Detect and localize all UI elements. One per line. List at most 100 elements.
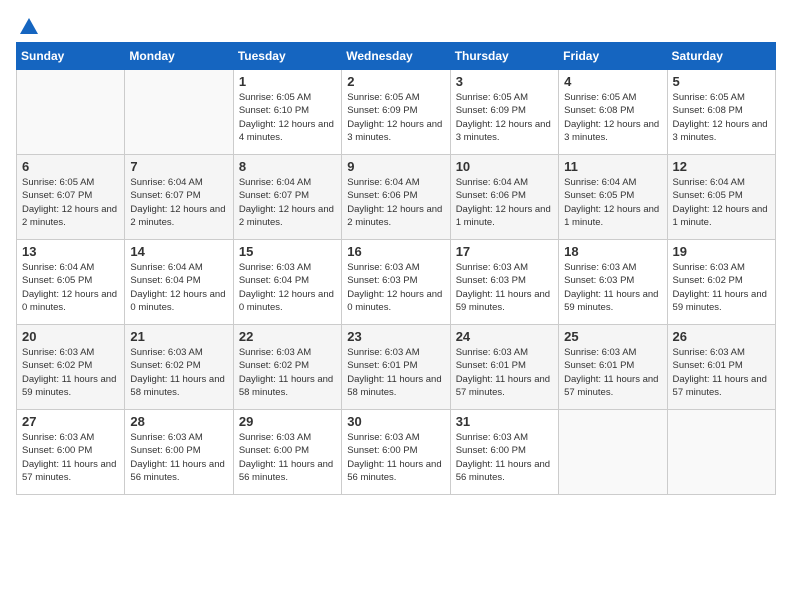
- day-info: Sunrise: 6:03 AM Sunset: 6:01 PM Dayligh…: [456, 346, 553, 399]
- day-number: 24: [456, 329, 553, 344]
- day-info: Sunrise: 6:03 AM Sunset: 6:03 PM Dayligh…: [456, 261, 553, 314]
- calendar-cell: 18 Sunrise: 6:03 AM Sunset: 6:03 PM Dayli…: [559, 240, 667, 325]
- day-number: 27: [22, 414, 119, 429]
- day-info: Sunrise: 6:05 AM Sunset: 6:09 PM Dayligh…: [347, 91, 444, 144]
- day-number: 17: [456, 244, 553, 259]
- day-info: Sunrise: 6:04 AM Sunset: 6:07 PM Dayligh…: [239, 176, 336, 229]
- day-info: Sunrise: 6:05 AM Sunset: 6:07 PM Dayligh…: [22, 176, 119, 229]
- day-info: Sunrise: 6:04 AM Sunset: 6:05 PM Dayligh…: [564, 176, 661, 229]
- calendar-cell: 6 Sunrise: 6:05 AM Sunset: 6:07 PM Daylig…: [17, 155, 125, 240]
- calendar-cell: 11 Sunrise: 6:04 AM Sunset: 6:05 PM Dayli…: [559, 155, 667, 240]
- calendar-cell: 27 Sunrise: 6:03 AM Sunset: 6:00 PM Dayli…: [17, 410, 125, 495]
- day-number: 8: [239, 159, 336, 174]
- day-info: Sunrise: 6:03 AM Sunset: 6:04 PM Dayligh…: [239, 261, 336, 314]
- calendar-cell: 22 Sunrise: 6:03 AM Sunset: 6:02 PM Dayli…: [233, 325, 341, 410]
- weekday-header-tuesday: Tuesday: [233, 43, 341, 70]
- calendar-cell: 16Sunrise: 6:03 AM Sunset: 6:03 PM Dayli…: [342, 240, 450, 325]
- calendar-cell: 20 Sunrise: 6:03 AM Sunset: 6:02 PM Dayli…: [17, 325, 125, 410]
- calendar-cell: 9 Sunrise: 6:04 AM Sunset: 6:06 PM Daylig…: [342, 155, 450, 240]
- calendar-cell: 23Sunrise: 6:03 AM Sunset: 6:01 PM Dayli…: [342, 325, 450, 410]
- calendar-cell: 1 Sunrise: 6:05 AM Sunset: 6:10 PM Daylig…: [233, 70, 341, 155]
- day-number: 5: [673, 74, 770, 89]
- weekday-header-sunday: Sunday: [17, 43, 125, 70]
- calendar-cell: 12Sunrise: 6:04 AM Sunset: 6:05 PM Dayli…: [667, 155, 775, 240]
- calendar-week-2: 6 Sunrise: 6:05 AM Sunset: 6:07 PM Daylig…: [17, 155, 776, 240]
- day-number: 9: [347, 159, 444, 174]
- day-info: Sunrise: 6:03 AM Sunset: 6:00 PM Dayligh…: [130, 431, 227, 484]
- day-number: 10: [456, 159, 553, 174]
- calendar-week-3: 13Sunrise: 6:04 AM Sunset: 6:05 PM Dayli…: [17, 240, 776, 325]
- day-info: Sunrise: 6:03 AM Sunset: 6:00 PM Dayligh…: [347, 431, 444, 484]
- calendar-cell: [125, 70, 233, 155]
- day-info: Sunrise: 6:03 AM Sunset: 6:00 PM Dayligh…: [456, 431, 553, 484]
- day-number: 22: [239, 329, 336, 344]
- calendar-cell: 31 Sunrise: 6:03 AM Sunset: 6:00 PM Dayli…: [450, 410, 558, 495]
- weekday-header-saturday: Saturday: [667, 43, 775, 70]
- calendar-cell: 26Sunrise: 6:03 AM Sunset: 6:01 PM Dayli…: [667, 325, 775, 410]
- day-info: Sunrise: 6:03 AM Sunset: 6:00 PM Dayligh…: [22, 431, 119, 484]
- calendar-cell: 2 Sunrise: 6:05 AM Sunset: 6:09 PM Daylig…: [342, 70, 450, 155]
- day-number: 15: [239, 244, 336, 259]
- calendar-cell: 3 Sunrise: 6:05 AM Sunset: 6:09 PM Daylig…: [450, 70, 558, 155]
- day-number: 31: [456, 414, 553, 429]
- day-info: Sunrise: 6:03 AM Sunset: 6:01 PM Dayligh…: [347, 346, 444, 399]
- day-number: 6: [22, 159, 119, 174]
- day-info: Sunrise: 6:04 AM Sunset: 6:04 PM Dayligh…: [130, 261, 227, 314]
- calendar-cell: 28 Sunrise: 6:03 AM Sunset: 6:00 PM Dayli…: [125, 410, 233, 495]
- calendar-cell: 25 Sunrise: 6:03 AM Sunset: 6:01 PM Dayli…: [559, 325, 667, 410]
- day-info: Sunrise: 6:03 AM Sunset: 6:02 PM Dayligh…: [22, 346, 119, 399]
- day-number: 7: [130, 159, 227, 174]
- weekday-header-wednesday: Wednesday: [342, 43, 450, 70]
- weekday-header-thursday: Thursday: [450, 43, 558, 70]
- calendar-cell: 10 Sunrise: 6:04 AM Sunset: 6:06 PM Dayli…: [450, 155, 558, 240]
- day-info: Sunrise: 6:04 AM Sunset: 6:06 PM Dayligh…: [347, 176, 444, 229]
- day-info: Sunrise: 6:04 AM Sunset: 6:06 PM Dayligh…: [456, 176, 553, 229]
- day-number: 19: [673, 244, 770, 259]
- weekday-header-monday: Monday: [125, 43, 233, 70]
- day-info: Sunrise: 6:05 AM Sunset: 6:08 PM Dayligh…: [564, 91, 661, 144]
- calendar-cell: 19Sunrise: 6:03 AM Sunset: 6:02 PM Dayli…: [667, 240, 775, 325]
- day-number: 29: [239, 414, 336, 429]
- day-number: 21: [130, 329, 227, 344]
- day-info: Sunrise: 6:03 AM Sunset: 6:03 PM Dayligh…: [564, 261, 661, 314]
- day-number: 26: [673, 329, 770, 344]
- calendar-cell: 13Sunrise: 6:04 AM Sunset: 6:05 PM Dayli…: [17, 240, 125, 325]
- calendar-week-4: 20 Sunrise: 6:03 AM Sunset: 6:02 PM Dayli…: [17, 325, 776, 410]
- day-info: Sunrise: 6:04 AM Sunset: 6:07 PM Dayligh…: [130, 176, 227, 229]
- calendar-cell: 30 Sunrise: 6:03 AM Sunset: 6:00 PM Dayli…: [342, 410, 450, 495]
- calendar-cell: 15 Sunrise: 6:03 AM Sunset: 6:04 PM Dayli…: [233, 240, 341, 325]
- day-number: 14: [130, 244, 227, 259]
- day-number: 11: [564, 159, 661, 174]
- calendar-cell: 24 Sunrise: 6:03 AM Sunset: 6:01 PM Dayli…: [450, 325, 558, 410]
- day-info: Sunrise: 6:03 AM Sunset: 6:02 PM Dayligh…: [239, 346, 336, 399]
- day-info: Sunrise: 6:03 AM Sunset: 6:01 PM Dayligh…: [564, 346, 661, 399]
- day-info: Sunrise: 6:04 AM Sunset: 6:05 PM Dayligh…: [673, 176, 770, 229]
- calendar-cell: 7 Sunrise: 6:04 AM Sunset: 6:07 PM Daylig…: [125, 155, 233, 240]
- day-info: Sunrise: 6:05 AM Sunset: 6:08 PM Dayligh…: [673, 91, 770, 144]
- calendar-cell: 5 Sunrise: 6:05 AM Sunset: 6:08 PM Daylig…: [667, 70, 775, 155]
- day-number: 1: [239, 74, 336, 89]
- calendar-cell: 8 Sunrise: 6:04 AM Sunset: 6:07 PM Daylig…: [233, 155, 341, 240]
- calendar-cell: [559, 410, 667, 495]
- calendar-cell: [17, 70, 125, 155]
- day-number: 20: [22, 329, 119, 344]
- day-number: 2: [347, 74, 444, 89]
- day-number: 30: [347, 414, 444, 429]
- day-number: 28: [130, 414, 227, 429]
- calendar-cell: 4Sunrise: 6:05 AM Sunset: 6:08 PM Daylig…: [559, 70, 667, 155]
- day-info: Sunrise: 6:03 AM Sunset: 6:03 PM Dayligh…: [347, 261, 444, 314]
- weekday-header-friday: Friday: [559, 43, 667, 70]
- calendar-header-row: SundayMondayTuesdayWednesdayThursdayFrid…: [17, 43, 776, 70]
- day-info: Sunrise: 6:03 AM Sunset: 6:02 PM Dayligh…: [130, 346, 227, 399]
- day-number: 3: [456, 74, 553, 89]
- calendar-cell: 29 Sunrise: 6:03 AM Sunset: 6:00 PM Dayli…: [233, 410, 341, 495]
- calendar-cell: 14 Sunrise: 6:04 AM Sunset: 6:04 PM Dayli…: [125, 240, 233, 325]
- calendar-week-5: 27 Sunrise: 6:03 AM Sunset: 6:00 PM Dayli…: [17, 410, 776, 495]
- day-info: Sunrise: 6:05 AM Sunset: 6:09 PM Dayligh…: [456, 91, 553, 144]
- logo-icon: [18, 16, 40, 38]
- calendar-cell: 17 Sunrise: 6:03 AM Sunset: 6:03 PM Dayli…: [450, 240, 558, 325]
- day-number: 18: [564, 244, 661, 259]
- day-info: Sunrise: 6:05 AM Sunset: 6:10 PM Dayligh…: [239, 91, 336, 144]
- day-number: 25: [564, 329, 661, 344]
- day-info: Sunrise: 6:03 AM Sunset: 6:00 PM Dayligh…: [239, 431, 336, 484]
